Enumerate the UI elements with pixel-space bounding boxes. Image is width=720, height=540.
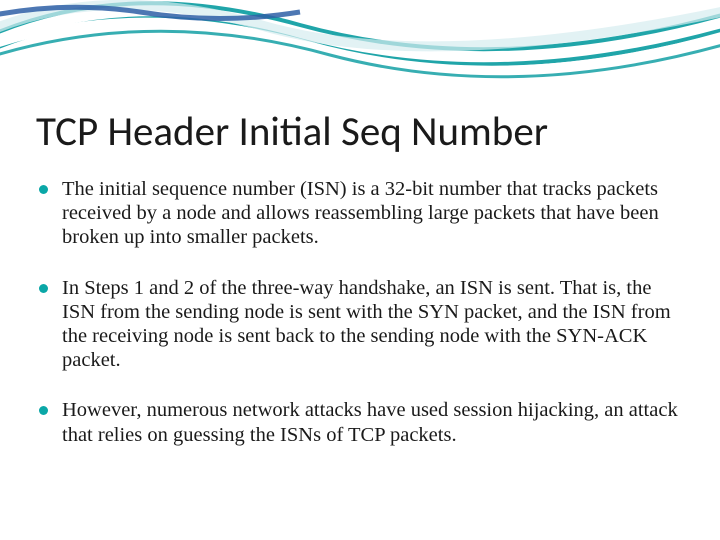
bullet-item: The initial sequence number (ISN) is a 3… <box>36 177 684 250</box>
bullet-list: The initial sequence number (ISN) is a 3… <box>36 177 684 447</box>
slide-content: TCP Header Initial Seq Number The initia… <box>36 110 684 473</box>
slide-title: TCP Header Initial Seq Number <box>36 110 684 155</box>
decorative-swoosh <box>0 0 720 110</box>
bullet-item: In Steps 1 and 2 of the three-way handsh… <box>36 276 684 373</box>
bullet-item: However, numerous network attacks have u… <box>36 398 684 446</box>
